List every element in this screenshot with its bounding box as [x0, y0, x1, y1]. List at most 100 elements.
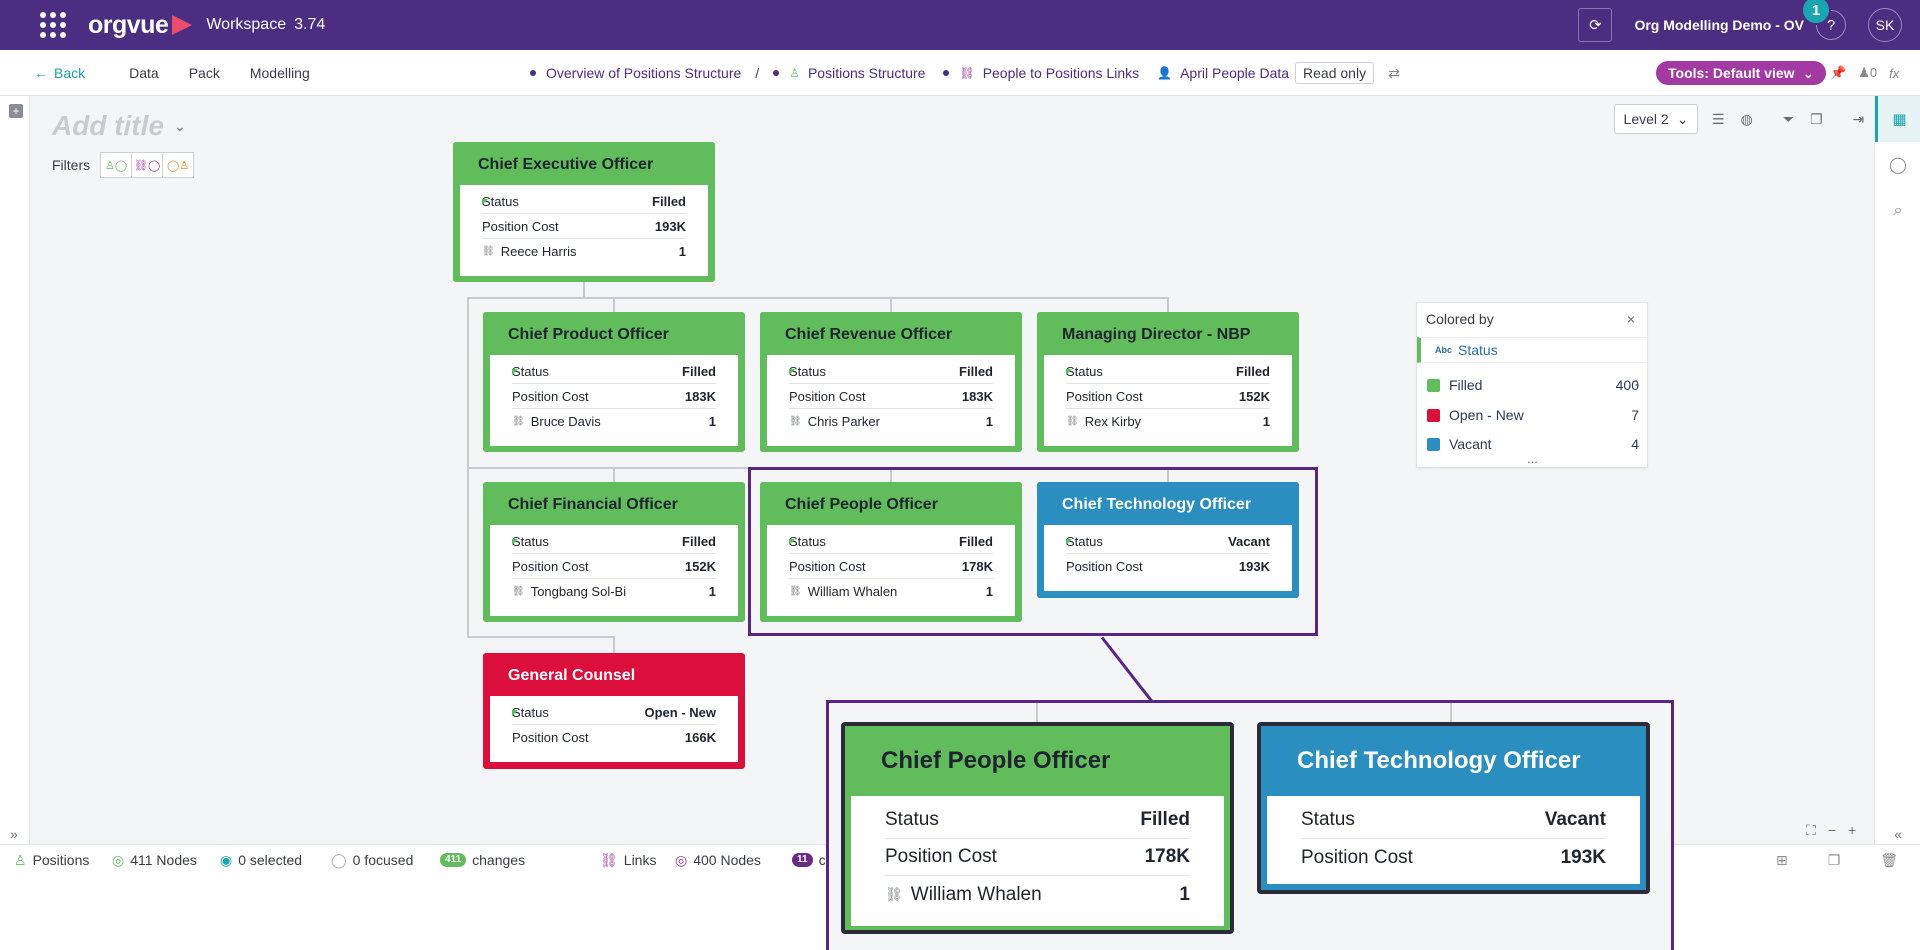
zoom-in-icon[interactable]: + [1848, 822, 1856, 839]
position-card[interactable]: Managing Director - NBP Status Filled Pos… [1037, 312, 1299, 452]
legend-item-count: 7 [1631, 407, 1639, 423]
legend-field[interactable]: Abc Status [1417, 337, 1648, 363]
position-title: Chief Financial Officer [508, 496, 678, 513]
filters-label: Filters [52, 157, 91, 173]
chevron-down-icon[interactable]: ⌄ [174, 118, 186, 135]
person-filter-chip[interactable]: ◯♙ [162, 152, 195, 178]
chevron-down-icon: ⌄ [1676, 110, 1689, 127]
link-icon: ⛓ [789, 416, 802, 427]
breadcrumb-links[interactable]: ⛓ People to Positions Links [943, 65, 1139, 81]
position-card[interactable]: General Counsel Status Open - New Positio… [483, 653, 745, 769]
links-changes-count[interactable]: 11 c [792, 845, 826, 875]
node-icon: ◎ [675, 851, 688, 868]
link-icon: ⛓ [482, 246, 495, 257]
brand-name: orgvue [88, 10, 169, 39]
project-name[interactable]: Org Modelling Demo - OV [1634, 17, 1804, 33]
arrow-left-icon: ← [34, 64, 48, 81]
formula-icon[interactable]: fx [1889, 66, 1899, 81]
link-icon: ⛓ [512, 416, 525, 427]
list-view-icon[interactable]: ☰ [1712, 111, 1725, 128]
fit-screen-icon[interactable]: ⛶ [1806, 822, 1816, 839]
position-filter-chip[interactable]: ♙◯ [100, 152, 133, 178]
duplicate-icon[interactable]: ❐ [1810, 111, 1823, 128]
more-icon[interactable]: ... [1527, 451, 1538, 466]
nodes-label: 411 Nodes [130, 852, 197, 868]
nav-modelling[interactable]: Modelling [250, 65, 310, 81]
position-icon: ♙ [789, 66, 800, 80]
links-dataset[interactable]: ⛓ Links [600, 845, 656, 875]
positions-dataset[interactable]: ♙ Positions [14, 845, 89, 875]
filter-icon[interactable]: ⏷ [1783, 111, 1794, 128]
position-card[interactable]: Chief Executive Officer Status Filled Pos… [453, 142, 715, 282]
legend-panel: Colored by × Abc Status Filled 400 ⋮ Open … [1416, 302, 1648, 468]
workspace-version: 3.74 [294, 16, 326, 33]
position-icon: ♙ [14, 851, 27, 868]
breadcrumb: Overview of Positions Structure / ♙ Posit… [530, 50, 1400, 96]
position-card[interactable]: Chief Financial Officer Status Filled Pos… [483, 482, 745, 622]
copy-icon[interactable]: ❐ [1828, 852, 1841, 869]
position-card[interactable]: Chief Product Officer Status Filled Posit… [483, 312, 745, 452]
app-launcher-icon[interactable] [40, 12, 66, 38]
close-icon[interactable]: × [1627, 311, 1635, 327]
person-icon: ◯♙ [167, 159, 190, 172]
person-count: 1 [708, 414, 716, 429]
chart-panel-icon[interactable]: ▦ [1875, 96, 1920, 142]
nodes-count[interactable]: ◎ 411 Nodes [112, 845, 197, 875]
breadcrumb-people[interactable]: 👤 April People Data [1157, 65, 1289, 81]
links-nodes-count[interactable]: ◎ 400 Nodes [675, 845, 761, 875]
breadcrumb-label: Positions Structure [807, 65, 926, 81]
cost-value: 152K [1238, 388, 1270, 404]
selected-count[interactable]: ◉ 0 selected [220, 845, 302, 875]
refresh-icon[interactable]: ⇄ [1388, 65, 1400, 82]
palette-icon[interactable]: ◍ [1741, 111, 1753, 128]
person-name: Reece Harris [500, 244, 577, 259]
export-icon[interactable]: ⇥ [1853, 111, 1865, 128]
people-icon[interactable]: ♟0 [1858, 65, 1877, 81]
breadcrumb-separator: / [755, 65, 760, 81]
expand-left-icon[interactable]: » [10, 826, 18, 842]
connector-line [613, 636, 615, 654]
breadcrumb-label: Overview of Positions Structure [546, 65, 742, 81]
position-card[interactable]: Chief Revenue Officer Status Filled Posit… [760, 312, 1022, 452]
focused-count[interactable]: ◯ 0 focused [331, 845, 413, 875]
link-icon: ⛓ [512, 586, 525, 597]
person-count: 1 [985, 414, 993, 429]
add-panel-icon[interactable]: + [9, 104, 23, 118]
sync-icon[interactable]: ⟳ [1578, 8, 1613, 42]
user-avatar[interactable]: SK [1868, 8, 1902, 42]
status-value: Filled [959, 363, 993, 379]
connector-line [613, 297, 615, 313]
breadcrumb-overview[interactable]: Overview of Positions Structure [530, 65, 741, 81]
zoom-inset-frame [826, 700, 1674, 950]
changes-label: changes [472, 852, 526, 868]
cost-value: 183K [961, 388, 993, 404]
help-button[interactable]: 1 ? [1801, 0, 1846, 40]
status-value: Filled [652, 193, 686, 209]
add-icon[interactable]: ⊞ [1776, 852, 1788, 869]
zoom-out-icon[interactable]: − [1828, 822, 1836, 839]
nodes-label: 400 Nodes [693, 852, 761, 868]
collapse-right-icon[interactable]: « [1894, 826, 1902, 842]
page-title[interactable]: Add title ⌄ [52, 110, 186, 142]
search-icon[interactable]: ⌕ [1875, 188, 1920, 234]
tools-view-dropdown[interactable]: Tools: Default view ⌄ [1656, 61, 1827, 85]
legend-item-filled[interactable]: Filled 400 [1427, 375, 1639, 395]
nav-pack[interactable]: Pack [189, 65, 220, 81]
circle-panel-icon[interactable]: ◯ [1875, 142, 1920, 188]
focused-icon: ◯ [331, 851, 347, 868]
cost-label: Position Cost [512, 558, 589, 574]
position-title: Chief Executive Officer [478, 156, 654, 173]
brand-logo[interactable]: orgvue [88, 10, 193, 40]
filters-bar: Filters ♙◯ ⛓◯ ◯♙ [52, 152, 195, 178]
legend-item-open-new[interactable]: Open - New 7 [1427, 405, 1639, 425]
trash-icon[interactable]: 🗑 [1880, 852, 1898, 869]
link-filter-chip[interactable]: ⛓◯ [131, 152, 164, 178]
nav-data[interactable]: Data [129, 65, 159, 81]
kebab-menu-icon[interactable]: ⋮ [1630, 377, 1643, 393]
changes-count[interactable]: 411 changes [440, 845, 525, 875]
level-select[interactable]: Level 2 ⌄ [1614, 104, 1698, 134]
breadcrumb-positions[interactable]: ♙ Positions Structure [773, 65, 925, 81]
back-button[interactable]: ← Back [34, 65, 85, 81]
pin-icon[interactable]: 📌 [1830, 65, 1846, 81]
cost-label: Position Cost [482, 218, 559, 234]
